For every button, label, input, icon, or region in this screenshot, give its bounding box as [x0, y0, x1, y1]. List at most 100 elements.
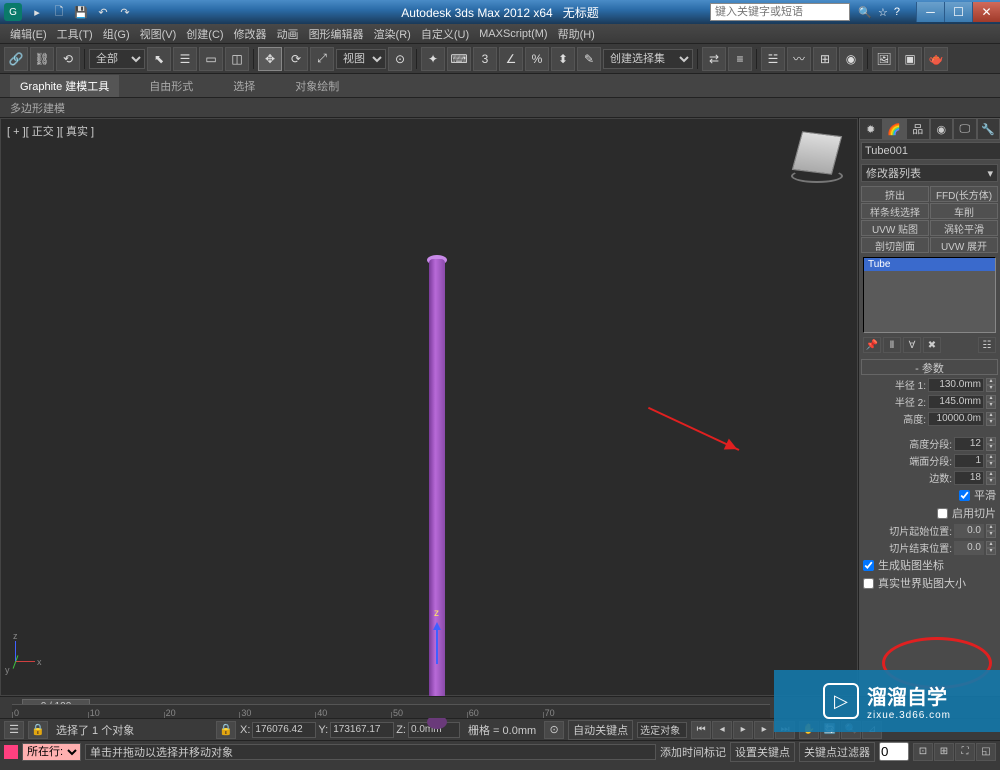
capsegs-input[interactable]: 1 [954, 454, 984, 468]
stack-configure-icon[interactable]: ☷ [978, 337, 996, 353]
menu-customize[interactable]: 自定义(U) [417, 24, 473, 44]
qat-undo-icon[interactable]: ↶ [94, 3, 112, 21]
tab-utilities-icon[interactable]: 🔧 [977, 118, 1000, 140]
menu-create[interactable]: 创建(C) [182, 24, 227, 44]
next-frame-icon[interactable]: ▸ [754, 721, 774, 739]
link-icon[interactable]: 🔗 [4, 47, 28, 71]
play-icon[interactable]: ▸ [733, 721, 753, 739]
layers-icon[interactable]: ☱ [761, 47, 785, 71]
maxscript-mini-icon[interactable]: ☰ [4, 721, 24, 739]
pivot-icon[interactable]: ⊙ [388, 47, 412, 71]
coord-y-input[interactable] [330, 722, 394, 738]
mod-lathe[interactable]: 车削 [930, 203, 998, 219]
set-key-button[interactable]: 设置关键点 [730, 742, 795, 762]
schematic-icon[interactable]: ⊞ [813, 47, 837, 71]
menu-grapheditors[interactable]: 图形编辑器 [305, 24, 368, 44]
menu-tools[interactable]: 工具(T) [53, 24, 97, 44]
manipulate-icon[interactable]: ✦ [421, 47, 445, 71]
select-name-icon[interactable]: ☰ [173, 47, 197, 71]
qat-new-icon[interactable]: ▸ [28, 3, 46, 21]
qat-save-icon[interactable]: 💾 [72, 3, 90, 21]
menu-help[interactable]: 帮助(H) [554, 24, 599, 44]
scale-icon[interactable]: ⤢ [310, 47, 334, 71]
mod-slice[interactable]: 剖切剖面 [861, 237, 929, 253]
mod-uvw-map[interactable]: UVW 贴图 [861, 220, 929, 236]
ribbon-tab-freeform[interactable]: 自由形式 [139, 75, 203, 97]
render-setup-icon[interactable]: 🖼 [872, 47, 896, 71]
radius2-down[interactable]: ▾ [986, 402, 996, 409]
unlink-icon[interactable]: ⛓ [30, 47, 54, 71]
viewcube[interactable] [787, 129, 847, 189]
radius1-up[interactable]: ▴ [986, 378, 996, 385]
radius1-down[interactable]: ▾ [986, 385, 996, 392]
render-icon[interactable]: 🫖 [924, 47, 948, 71]
app-icon[interactable]: G [4, 3, 22, 21]
angle-snap-icon[interactable]: ∠ [499, 47, 523, 71]
curve-editor-icon[interactable]: 〰 [787, 47, 811, 71]
modifier-stack[interactable]: Tube [863, 257, 996, 333]
axis-z[interactable] [436, 624, 438, 664]
isolate-icon[interactable]: ⊙ [544, 721, 564, 739]
mod-uvw-unwrap[interactable]: UVW 展开 [930, 237, 998, 253]
selection-filter[interactable]: 全部 [89, 49, 145, 69]
goto-start-icon[interactable]: ⏮ [691, 721, 711, 739]
menu-edit[interactable]: 编辑(E) [6, 24, 51, 44]
ref-coord-system[interactable]: 视图 [336, 49, 386, 69]
min-max-toggle-icon[interactable]: ◱ [976, 743, 996, 761]
mod-turbosmooth[interactable]: 涡轮平滑 [930, 220, 998, 236]
help-icon[interactable]: ? [894, 6, 900, 19]
menu-views[interactable]: 视图(V) [136, 24, 181, 44]
menu-group[interactable]: 组(G) [99, 24, 134, 44]
add-time-tag[interactable]: 添加时间标记 [660, 744, 726, 760]
maximize-button[interactable]: ☐ [944, 2, 972, 22]
key-selection-set[interactable] [637, 722, 687, 738]
snap-toggle-icon[interactable]: 3 [473, 47, 497, 71]
radius1-input[interactable]: 130.0mm [928, 378, 984, 392]
ribbon-tab-selection[interactable]: 选择 [223, 75, 265, 97]
comm-center-icon[interactable]: ☆ [878, 6, 888, 19]
mod-spline-select[interactable]: 样条线选择 [861, 203, 929, 219]
select-region-icon[interactable]: ▭ [199, 47, 223, 71]
lock-selection-icon[interactable]: 🔒 [28, 721, 48, 739]
rotate-icon[interactable]: ⟳ [284, 47, 308, 71]
minimize-button[interactable]: ─ [916, 2, 944, 22]
spinner-snap-icon[interactable]: ⬍ [551, 47, 575, 71]
mod-ffd[interactable]: FFD(长方体) [930, 186, 998, 202]
heightsegs-input[interactable]: 12 [954, 437, 984, 451]
window-crossing-icon[interactable]: ◫ [225, 47, 249, 71]
prev-frame-icon[interactable]: ◂ [712, 721, 732, 739]
script-rec-icon[interactable] [4, 745, 18, 759]
qat-redo-icon[interactable]: ↷ [116, 3, 134, 21]
sides-input[interactable]: 18 [954, 471, 984, 485]
menu-maxscript[interactable]: MAXScript(M) [475, 26, 551, 42]
coord-x-input[interactable] [252, 722, 316, 738]
slice-on-checkbox[interactable] [937, 508, 948, 519]
edit-selection-icon[interactable]: ✎ [577, 47, 601, 71]
ribbon-tab-paint[interactable]: 对象绘制 [285, 75, 349, 97]
close-button[interactable]: ✕ [972, 2, 1000, 22]
material-editor-icon[interactable]: ◉ [839, 47, 863, 71]
mirror-icon[interactable]: ⇄ [702, 47, 726, 71]
ribbon-tab-graphite[interactable]: Graphite 建模工具 [10, 75, 119, 97]
tab-hierarchy-icon[interactable]: 品 [906, 118, 930, 140]
stack-unique-icon[interactable]: ∀ [903, 337, 921, 353]
named-selection-sets[interactable]: 创建选择集 [603, 49, 693, 69]
menu-animation[interactable]: 动画 [273, 24, 303, 44]
viewport[interactable]: [ + ][ 正交 ][ 真实 ] x y z x z y [0, 118, 858, 696]
lock-icon-2[interactable]: 🔒 [216, 721, 236, 739]
modifier-list-dropdown[interactable]: 修改器列表▾ [861, 164, 998, 182]
tab-display-icon[interactable]: 🖵 [953, 118, 977, 140]
rendered-frame-icon[interactable]: ▣ [898, 47, 922, 71]
percent-snap-icon[interactable]: % [525, 47, 549, 71]
object-name-input[interactable] [861, 142, 1000, 160]
zoom-extents-icon[interactable]: ⊡ [913, 743, 933, 761]
viewport-label[interactable]: [ + ][ 正交 ][ 真实 ] [7, 123, 94, 139]
height-input[interactable]: 10000.0m [928, 412, 984, 426]
menu-rendering[interactable]: 渲染(R) [370, 24, 415, 44]
bind-icon[interactable]: ⟲ [56, 47, 80, 71]
smooth-checkbox[interactable] [959, 490, 970, 501]
stack-remove-icon[interactable]: ✖ [923, 337, 941, 353]
select-icon[interactable]: ⬉ [147, 47, 171, 71]
gen-uv-checkbox[interactable] [863, 560, 874, 571]
stack-pin-icon[interactable]: 📌 [863, 337, 881, 353]
